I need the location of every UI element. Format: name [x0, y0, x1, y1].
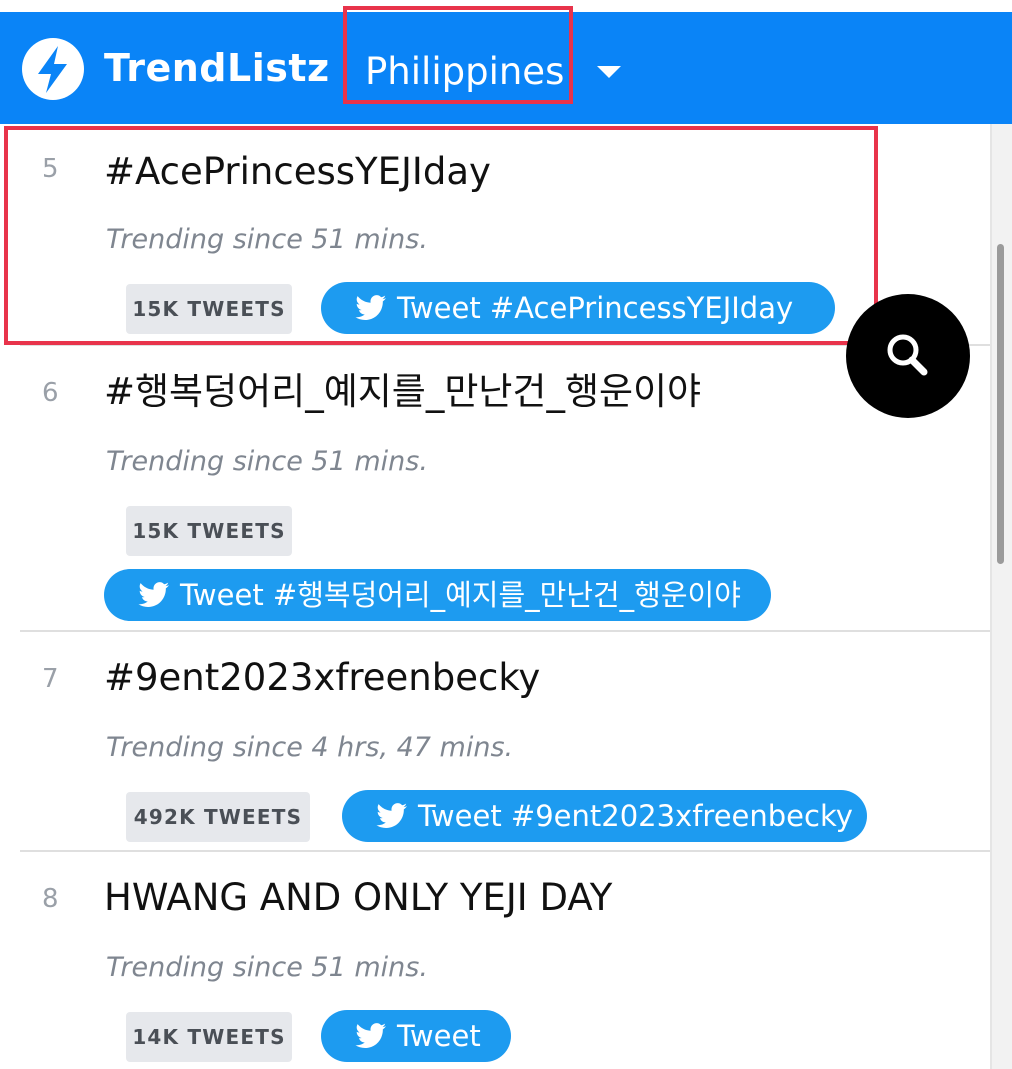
- trend-title[interactable]: HWANG AND ONLY YEJI DAY: [104, 876, 612, 920]
- tweet-count-badge: 15K TWEETS: [126, 506, 292, 556]
- trend-title[interactable]: #행복덩어리_예지를_만난건_행운이야: [104, 370, 701, 414]
- tweet-button[interactable]: Tweet: [321, 1010, 511, 1062]
- lightning-bolt-icon[interactable]: [22, 38, 84, 100]
- search-icon: [887, 334, 928, 376]
- trend-since: Trending since 4 hrs, 47 mins.: [106, 732, 514, 763]
- tweet-button-label: Tweet: [397, 1019, 481, 1053]
- scrollbar-thumb[interactable]: [997, 244, 1004, 564]
- trend-highlight-box: [4, 126, 878, 345]
- twitter-bird-icon: [138, 582, 170, 607]
- country-selector-highlight: [343, 6, 573, 104]
- trend-rank: 6: [42, 378, 59, 408]
- caret-down-icon[interactable]: [597, 66, 621, 78]
- brand-name[interactable]: TrendListz: [104, 46, 330, 90]
- trend-since: Trending since 51 mins.: [106, 446, 428, 477]
- search-button[interactable]: [846, 294, 970, 418]
- tweet-button-label: Tweet #행복덩어리_예지를_만난건_행운이야: [180, 578, 741, 612]
- tweet-count-badge: 14K TWEETS: [126, 1012, 292, 1062]
- tweet-button-label: Tweet #9ent2023xfreenbecky: [418, 799, 853, 833]
- trend-rank: 7: [42, 664, 59, 694]
- twitter-bird-icon: [376, 803, 408, 828]
- tweet-button[interactable]: Tweet #행복덩어리_예지를_만난건_행운이야: [104, 569, 771, 621]
- trend-title[interactable]: #9ent2023xfreenbecky: [104, 656, 540, 700]
- twitter-bird-icon: [355, 1023, 387, 1048]
- tweet-count-badge: 492K TWEETS: [126, 792, 310, 842]
- trend-item: 8 HWANG AND ONLY YEJI DAY Trending since…: [20, 850, 990, 1069]
- tweet-button[interactable]: Tweet #9ent2023xfreenbecky: [342, 790, 867, 842]
- trend-since: Trending since 51 mins.: [106, 952, 428, 983]
- trend-item: 6 #행복덩어리_예지를_만난건_행운이야 Trending since 51 …: [20, 344, 990, 630]
- trend-item: 7 #9ent2023xfreenbecky Trending since 4 …: [20, 630, 990, 850]
- trend-rank: 8: [42, 884, 59, 914]
